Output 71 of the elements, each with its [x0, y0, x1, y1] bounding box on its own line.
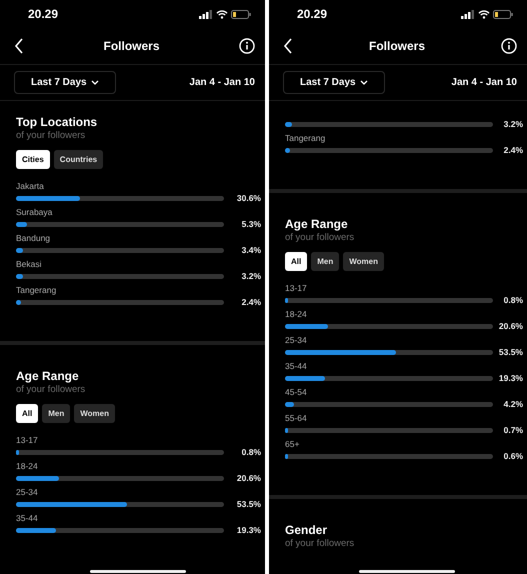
filter-chip[interactable]: Women — [343, 252, 384, 271]
battery-icon — [493, 10, 513, 18]
date-range: Jan 4 - Jan 10 — [189, 77, 255, 88]
page-title: Followers — [103, 39, 160, 53]
wifi-icon — [478, 10, 490, 18]
row-label: Bekasi — [16, 259, 43, 269]
filter-chip[interactable]: All — [16, 404, 38, 423]
signal-icon — [461, 10, 475, 18]
percentage: 3.2% — [502, 119, 524, 129]
row-label: 35-44 — [285, 361, 308, 371]
wifi-icon — [216, 10, 228, 18]
filter-chip[interactable]: Cities — [16, 150, 50, 169]
percentage: 19.3% — [236, 525, 262, 535]
row-label: 35-44 — [16, 513, 39, 523]
percentage: 0.8% — [502, 295, 524, 305]
percentage: 4.2% — [502, 399, 524, 409]
percentage: 19.3% — [498, 373, 524, 383]
row-label: Surabaya — [16, 207, 54, 217]
info-icon[interactable] — [238, 38, 255, 54]
section-subtitle: of your followers — [16, 130, 86, 141]
row-label: 13-17 — [16, 435, 39, 445]
percentage: 3.4% — [240, 245, 262, 255]
back-icon[interactable] — [283, 38, 293, 54]
row-label: 18-24 — [16, 461, 39, 471]
section-title: Top Locations — [16, 115, 98, 129]
chevron-down-icon — [360, 80, 368, 86]
percentage: 20.6% — [498, 321, 524, 331]
date-range-dropdown[interactable]: Last 7 Days — [283, 71, 385, 94]
percentage: 5.3% — [240, 219, 262, 229]
chevron-down-icon — [90, 80, 99, 86]
filter-chip[interactable]: Men — [42, 404, 70, 423]
percentage: 2.4% — [502, 145, 524, 155]
section-title: Gender — [285, 523, 328, 537]
percentage: 53.5% — [498, 347, 524, 357]
section-subtitle: of your followers — [16, 384, 86, 395]
info-icon[interactable] — [500, 38, 517, 54]
row-label: Jakarta — [16, 181, 45, 191]
row-label: 55-64 — [285, 413, 308, 423]
percentage: 3.2% — [240, 271, 262, 281]
section-subtitle: of your followers — [285, 538, 356, 549]
status-time: 20.29 — [297, 7, 328, 21]
percentage: 53.5% — [236, 499, 262, 509]
row-label: 25-34 — [285, 335, 308, 345]
section-title: Age Range — [285, 217, 349, 231]
back-icon[interactable] — [14, 38, 24, 54]
filter-chip[interactable]: Women — [74, 404, 115, 423]
row-label: Tangerang — [16, 285, 58, 295]
percentage: 30.6% — [236, 193, 262, 203]
percentage: 20.6% — [236, 473, 262, 483]
section-subtitle: of your followers — [285, 232, 356, 243]
page-title: Followers — [368, 39, 425, 53]
battery-icon — [231, 10, 251, 18]
row-label: 25-34 — [16, 487, 39, 497]
percentage: 2.4% — [240, 297, 262, 307]
filter-chip[interactable]: Men — [311, 252, 340, 271]
filter-chip[interactable]: Countries — [54, 150, 104, 169]
section-title: Age Range — [16, 369, 80, 383]
row-label: 18-24 — [285, 309, 308, 319]
percentage: 0.8% — [240, 447, 262, 457]
row-label: Bandung — [16, 233, 52, 243]
date-range-dropdown[interactable]: Last 7 Days — [14, 71, 116, 94]
percentage: 0.6% — [502, 451, 524, 461]
percentage: 0.7% — [502, 425, 524, 435]
row-label: 13-17 — [285, 283, 308, 293]
date-range: Jan 4 - Jan 10 — [451, 77, 517, 88]
signal-icon — [199, 10, 213, 18]
row-label: 65+ — [285, 439, 300, 449]
row-label: 45-54 — [285, 387, 308, 397]
filter-chip[interactable]: All — [285, 252, 308, 271]
status-time: 20.29 — [28, 7, 58, 21]
row-label: Tangerang — [285, 133, 326, 143]
